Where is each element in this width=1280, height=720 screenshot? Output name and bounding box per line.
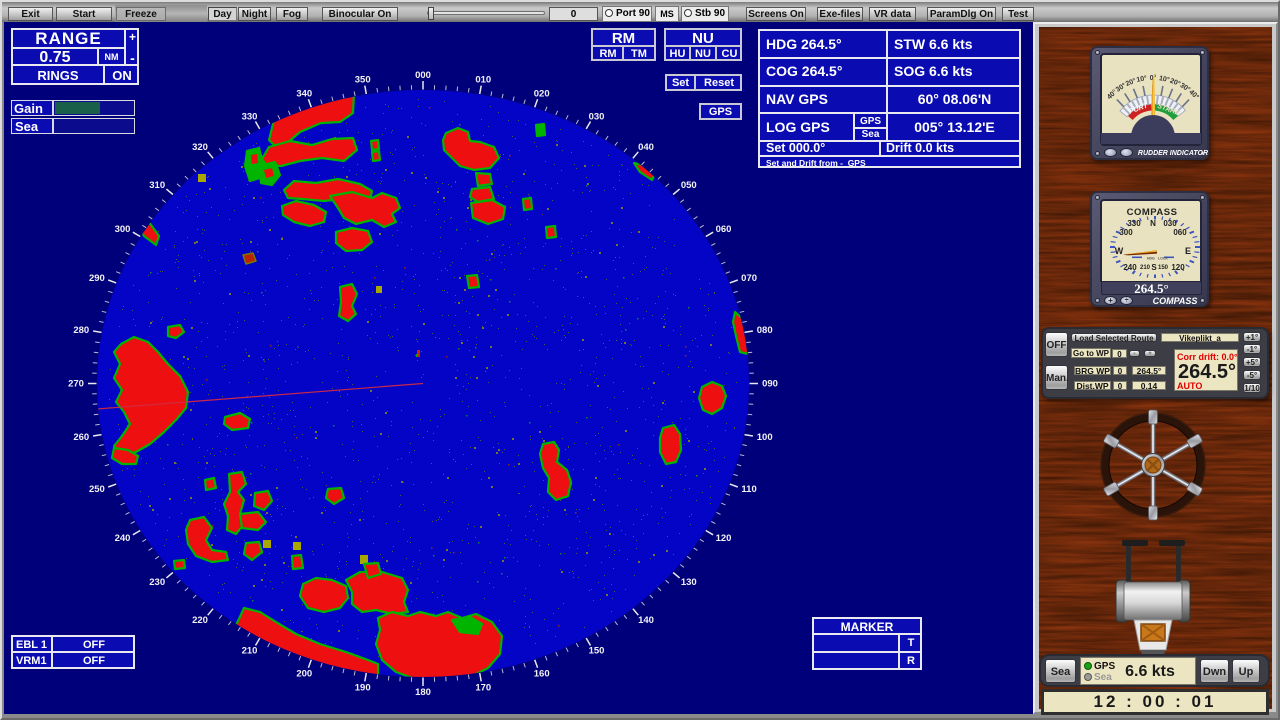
svg-text:190: 190 <box>355 682 371 693</box>
svg-text:220: 220 <box>192 615 208 626</box>
svg-text:180: 180 <box>415 687 431 696</box>
svg-text:170: 170 <box>475 682 491 693</box>
svg-text:280: 280 <box>73 325 89 336</box>
svg-text:120: 120 <box>1171 263 1185 272</box>
svg-text:150: 150 <box>1158 265 1169 271</box>
svg-text:240: 240 <box>1123 263 1137 272</box>
svg-text:300: 300 <box>115 224 131 235</box>
svg-text:LOCK: LOCK <box>1158 257 1168 261</box>
svg-text:010: 010 <box>475 75 491 86</box>
svg-text:N: N <box>1150 219 1156 228</box>
svg-text:000: 000 <box>415 70 431 81</box>
svg-text:350: 350 <box>355 75 371 86</box>
svg-text:10°: 10° <box>1136 74 1148 84</box>
svg-text:230: 230 <box>149 577 165 588</box>
svg-text:070: 070 <box>741 273 757 284</box>
svg-text:030: 030 <box>589 111 605 122</box>
svg-text:100: 100 <box>757 432 773 443</box>
svg-text:050: 050 <box>681 180 697 191</box>
svg-text:090: 090 <box>762 379 778 390</box>
svg-text:060: 060 <box>716 224 732 235</box>
svg-text:210: 210 <box>1140 265 1151 271</box>
svg-text:200: 200 <box>296 668 312 679</box>
svg-text:310: 310 <box>149 180 165 191</box>
svg-text:320: 320 <box>192 142 208 153</box>
svg-text:210: 210 <box>242 646 258 657</box>
svg-text:040: 040 <box>638 142 654 153</box>
svg-text:140: 140 <box>638 615 654 626</box>
svg-text:330: 330 <box>242 111 258 122</box>
svg-text:240: 240 <box>115 533 131 544</box>
svg-text:COMPASS: COMPASS <box>1127 207 1178 218</box>
svg-text:340: 340 <box>296 89 312 100</box>
svg-text:270: 270 <box>68 379 84 390</box>
svg-text:110: 110 <box>741 484 756 495</box>
svg-text:120: 120 <box>716 533 732 544</box>
svg-text:W: W <box>1115 246 1124 256</box>
svg-text:330: 330 <box>1127 219 1141 228</box>
svg-text:030: 030 <box>1163 219 1177 228</box>
svg-text:S: S <box>1151 263 1157 272</box>
svg-text:300: 300 <box>1119 228 1133 237</box>
svg-text:250: 250 <box>89 484 105 495</box>
svg-text:130: 130 <box>681 577 697 588</box>
svg-text:020: 020 <box>534 89 550 100</box>
svg-text:150: 150 <box>589 646 605 657</box>
svg-text:160: 160 <box>534 668 550 679</box>
svg-text:060: 060 <box>1173 228 1187 237</box>
svg-text:HDG: HDG <box>1147 257 1155 261</box>
svg-text:E: E <box>1185 246 1191 256</box>
svg-text:290: 290 <box>89 273 105 284</box>
svg-text:260: 260 <box>73 432 89 443</box>
svg-text:080: 080 <box>757 325 773 336</box>
